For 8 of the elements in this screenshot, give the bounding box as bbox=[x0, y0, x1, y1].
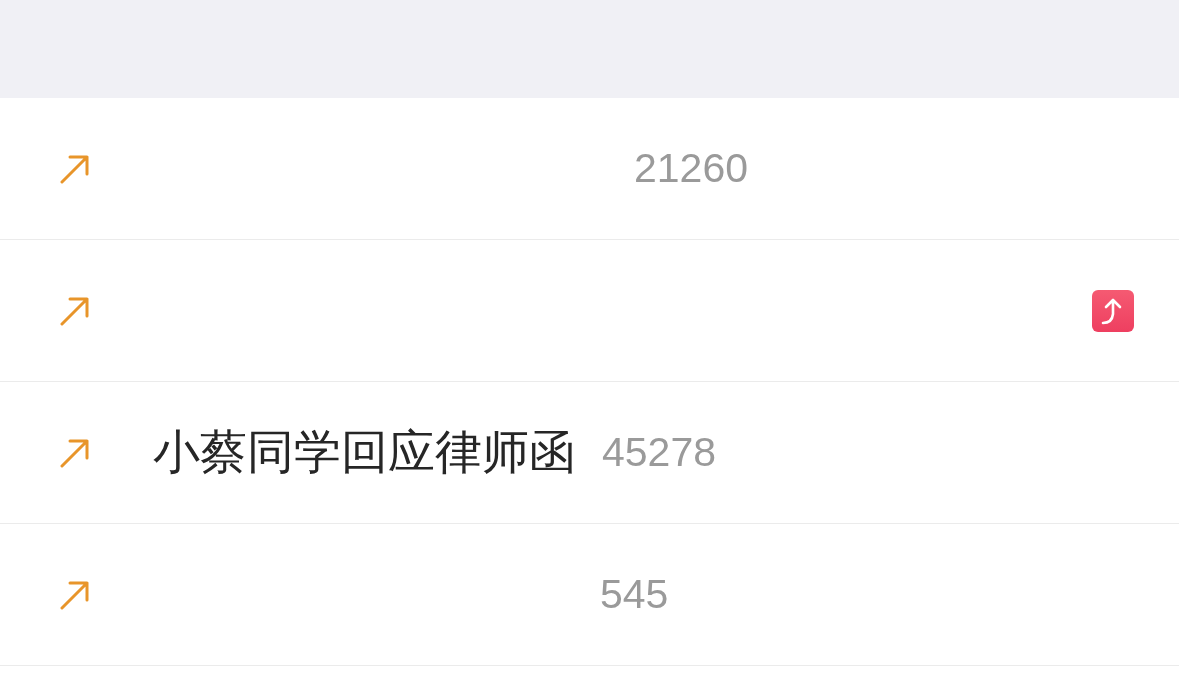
hot-count: 545 bbox=[600, 569, 669, 619]
up-right-arrow-icon bbox=[60, 579, 90, 610]
up-right-arrow-icon bbox=[60, 153, 90, 184]
up-right-arrow-icon bbox=[60, 295, 90, 326]
topic-title[interactable]: 小蔡同学回应律师函 bbox=[153, 424, 576, 481]
up-right-arrow-icon bbox=[60, 437, 90, 468]
hot-count: 45278 bbox=[602, 427, 716, 477]
hot-count: 21260 bbox=[634, 143, 748, 193]
